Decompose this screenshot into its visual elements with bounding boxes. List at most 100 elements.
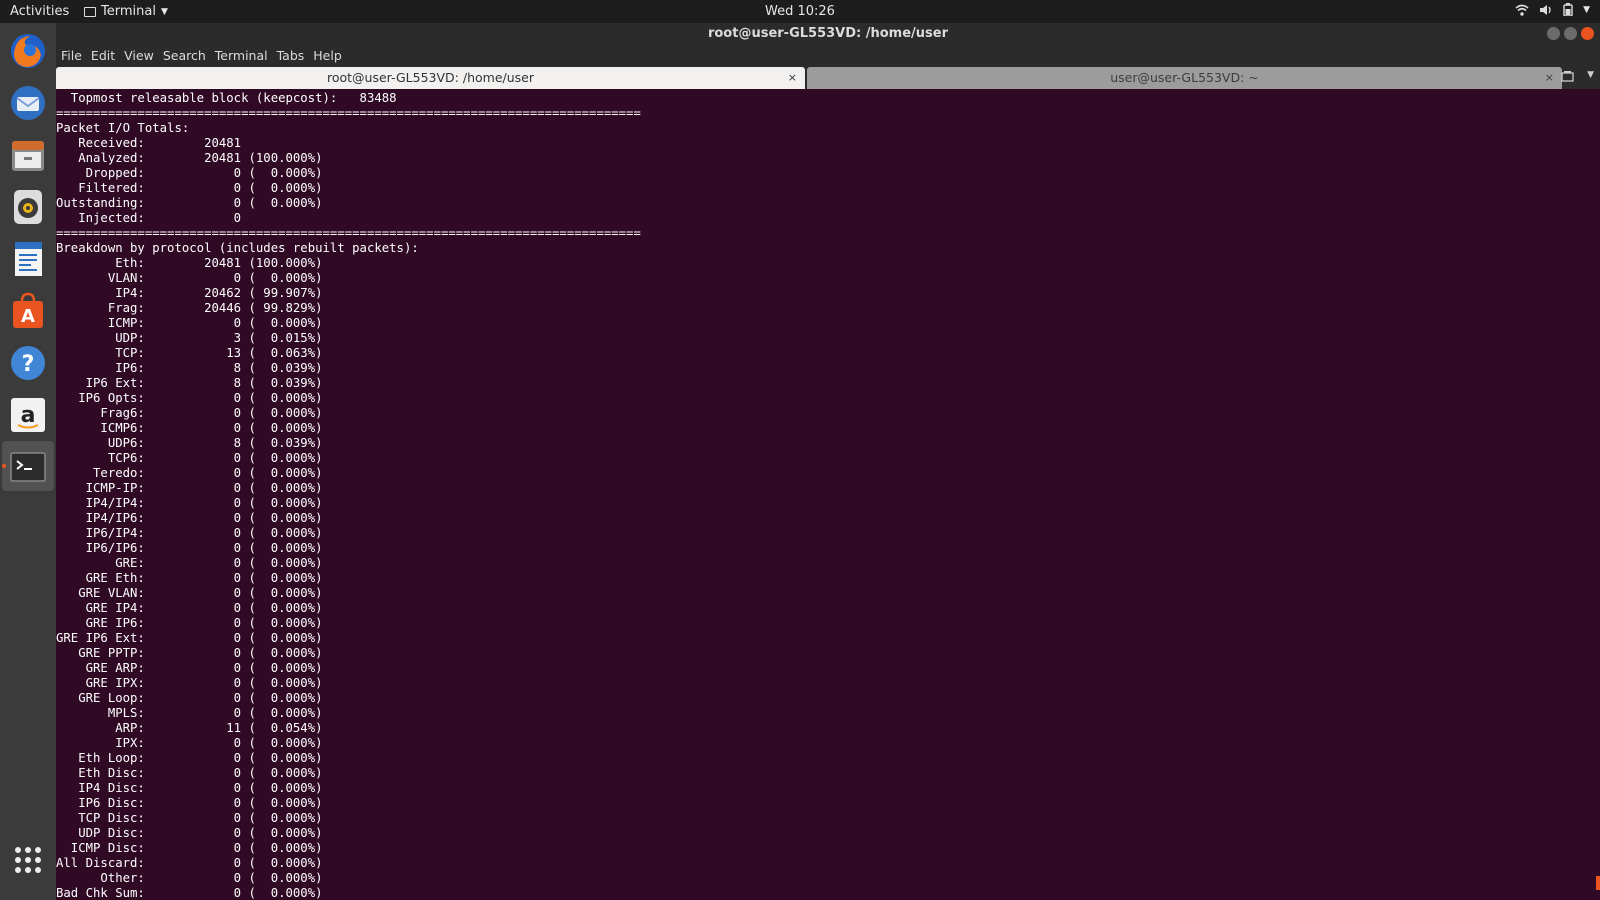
terminal-line: IP6 Disc: 0 ( 0.000%) (56, 796, 323, 810)
rhythmbox-icon[interactable] (8, 187, 48, 227)
running-indicator (2, 464, 6, 468)
menu-edit[interactable]: Edit (86, 45, 119, 63)
terminal-line: IP6/IP6: 0 ( 0.000%) (56, 541, 323, 555)
svg-text:A: A (21, 306, 35, 327)
menu-tabs[interactable]: Tabs (272, 45, 309, 63)
terminal-line: Bad Chk Sum: 0 ( 0.000%) (56, 886, 323, 900)
tab-bar: root@user-GL553VD: /home/user × user@use… (56, 67, 1600, 89)
clock[interactable]: Wed 10:26 (0, 4, 1600, 19)
terminal-text: Topmost releasable block (keepcost): 834… (56, 91, 641, 900)
terminal-line: GRE: 0 ( 0.000%) (56, 556, 323, 570)
menu-help[interactable]: Help (308, 45, 346, 63)
terminal-line: ICMP-IP: 0 ( 0.000%) (56, 481, 323, 495)
terminal-icon[interactable] (8, 447, 48, 487)
svg-text:a: a (21, 403, 36, 428)
close-tab-icon[interactable]: × (788, 67, 797, 89)
terminal-line: TCP Disc: 0 ( 0.000%) (56, 811, 323, 825)
show-apps-icon[interactable] (8, 840, 48, 880)
maximize-button[interactable] (1564, 27, 1577, 40)
terminal-line: Breakdown by protocol (includes rebuilt … (56, 241, 419, 255)
menu-terminal[interactable]: Terminal (210, 45, 272, 63)
terminal-line: Other: 0 ( 0.000%) (56, 871, 323, 885)
terminal-line: Dropped: 0 ( 0.000%) (56, 166, 323, 180)
chevron-down-icon[interactable]: ▼ (1587, 70, 1594, 80)
terminal-line: Outstanding: 0 ( 0.000%) (56, 196, 323, 210)
help-icon[interactable]: ? (8, 343, 48, 383)
terminal-line: Frag6: 0 ( 0.000%) (56, 406, 323, 420)
terminal-line: TCP6: 0 ( 0.000%) (56, 451, 323, 465)
close-tab-icon[interactable]: × (1545, 67, 1554, 89)
terminal-line: Eth Disc: 0 ( 0.000%) (56, 766, 323, 780)
close-button[interactable] (1581, 27, 1594, 40)
terminal-line: VLAN: 0 ( 0.000%) (56, 271, 323, 285)
libreoffice-writer-icon[interactable] (8, 239, 48, 279)
terminal-line: IP6/IP4: 0 ( 0.000%) (56, 526, 323, 540)
terminal-line: IP6 Ext: 8 ( 0.039%) (56, 376, 323, 390)
terminal-line: Eth Loop: 0 ( 0.000%) (56, 751, 323, 765)
files-icon[interactable] (8, 135, 48, 175)
terminal-line: IP6: 8 ( 0.039%) (56, 361, 323, 375)
new-tab-icon[interactable] (1561, 70, 1574, 85)
terminal-line: GRE IP6: 0 ( 0.000%) (56, 616, 323, 630)
tab-label: user@user-GL553VD: ~ (1110, 70, 1259, 85)
menu-view[interactable]: View (119, 45, 158, 63)
terminal-line: Frag: 20446 ( 99.829%) (56, 301, 323, 315)
terminal-line: Teredo: 0 ( 0.000%) (56, 466, 323, 480)
volume-icon (1540, 4, 1551, 15)
thunderbird-icon[interactable] (8, 83, 48, 123)
menu-file[interactable]: File (56, 45, 86, 63)
tab-root-home-user[interactable]: root@user-GL553VD: /home/user × (56, 67, 805, 89)
system-tray[interactable]: ▼ (1515, 3, 1590, 16)
terminal-line: ICMP Disc: 0 ( 0.000%) (56, 841, 323, 855)
terminal-line: UDP: 3 ( 0.015%) (56, 331, 323, 345)
terminal-line: Topmost releasable block (keepcost): 834… (56, 91, 397, 105)
chevron-down-icon: ▼ (1583, 4, 1590, 15)
terminal-line: IP4/IP6: 0 ( 0.000%) (56, 511, 323, 525)
tab-label: root@user-GL553VD: /home/user (327, 70, 534, 85)
wifi-icon (1515, 4, 1529, 16)
minimize-button[interactable] (1547, 27, 1560, 40)
terminal-line: GRE IP4: 0 ( 0.000%) (56, 601, 323, 615)
terminal-line: GRE IP6 Ext: 0 ( 0.000%) (56, 631, 323, 645)
terminal-line: IP4: 20462 ( 99.907%) (56, 286, 323, 300)
terminal-line: Eth: 20481 (100.000%) (56, 256, 323, 270)
terminal-line: Injected: 0 (56, 211, 242, 225)
terminal-line: IP4 Disc: 0 ( 0.000%) (56, 781, 323, 795)
terminal-line: All Discard: 0 ( 0.000%) (56, 856, 323, 870)
terminal-line: IP4/IP4: 0 ( 0.000%) (56, 496, 323, 510)
terminal-line: UDP Disc: 0 ( 0.000%) (56, 826, 323, 840)
firefox-icon[interactable] (8, 31, 48, 71)
amazon-icon[interactable]: a (8, 395, 48, 435)
terminal-line: UDP6: 8 ( 0.039%) (56, 436, 323, 450)
terminal-line: Received: 20481 (56, 136, 242, 150)
terminal-line: ========================================… (56, 106, 641, 120)
top-bar: Activities Terminal ▼ Wed 10:26 ▼ (0, 0, 1600, 23)
svg-text:?: ? (22, 352, 35, 377)
terminal-line: GRE PPTP: 0 ( 0.000%) (56, 646, 323, 660)
terminal-line: GRE Eth: 0 ( 0.000%) (56, 571, 323, 585)
terminal-output[interactable]: Topmost releasable block (keepcost): 834… (56, 89, 1600, 900)
scrollbar[interactable] (1596, 876, 1600, 890)
terminal-line: GRE VLAN: 0 ( 0.000%) (56, 586, 323, 600)
terminal-line: IPX: 0 ( 0.000%) (56, 736, 323, 750)
terminal-line: GRE IPX: 0 ( 0.000%) (56, 676, 323, 690)
terminal-line: GRE Loop: 0 ( 0.000%) (56, 691, 323, 705)
terminal-line: ICMP6: 0 ( 0.000%) (56, 421, 323, 435)
ubuntu-software-icon[interactable]: A (8, 291, 48, 331)
terminal-line: Filtered: 0 ( 0.000%) (56, 181, 323, 195)
window-title: root@user-GL553VD: /home/user (707, 26, 949, 41)
tab-user-home[interactable]: user@user-GL553VD: ~ × (807, 67, 1562, 89)
battery-icon (1563, 3, 1573, 16)
terminal-line: Packet I/O Totals: (56, 121, 190, 135)
terminal-line: TCP: 13 ( 0.063%) (56, 346, 323, 360)
window-titlebar[interactable]: root@user-GL553VD: /home/user (56, 23, 1600, 45)
terminal-line: IP6 Opts: 0 ( 0.000%) (56, 391, 323, 405)
terminal-line: GRE ARP: 0 ( 0.000%) (56, 661, 323, 675)
menu-search[interactable]: Search (158, 45, 210, 63)
dock: A ? a (0, 23, 56, 900)
terminal-line: ========================================… (56, 226, 641, 240)
terminal-line: Analyzed: 20481 (100.000%) (56, 151, 323, 165)
terminal-line: ICMP: 0 ( 0.000%) (56, 316, 323, 330)
terminal-line: MPLS: 0 ( 0.000%) (56, 706, 323, 720)
terminal-line: ARP: 11 ( 0.054%) (56, 721, 323, 735)
